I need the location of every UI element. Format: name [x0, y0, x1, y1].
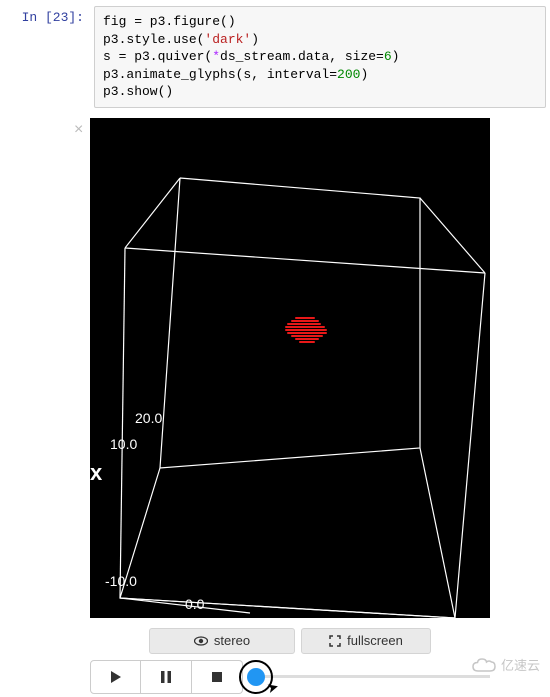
animation-slider[interactable]: ➤: [253, 675, 490, 678]
code-line: fig = p3.figure(): [103, 14, 236, 29]
axis-tick: -10.0: [105, 573, 137, 589]
code-line: p3.show(): [103, 84, 173, 99]
code-line: s = p3.quiver(: [103, 49, 212, 64]
code-line: p3.animate_glyphs(s, interval=: [103, 67, 337, 82]
code-line: ): [392, 49, 400, 64]
code-line: p3.style.use(: [103, 32, 204, 47]
axis-tick: 10.0: [110, 436, 137, 452]
expand-icon: [329, 635, 341, 647]
code-line: ): [360, 67, 368, 82]
code-editor[interactable]: fig = p3.figure() p3.style.use('dark') s…: [94, 6, 546, 108]
watermark: 亿速云: [471, 655, 540, 674]
cursor-icon: ➤: [265, 678, 281, 697]
axis-tick: 20.0: [135, 410, 162, 426]
3d-plot-canvas[interactable]: 20.0 10.0 x -10.0 0.0: [90, 118, 490, 618]
pause-icon: [161, 671, 171, 683]
pause-button[interactable]: [141, 660, 192, 694]
code-string: 'dark': [204, 32, 251, 47]
code-operator: *: [212, 49, 220, 64]
code-line: ds_stream.data, size=: [220, 49, 384, 64]
code-number: 200: [337, 67, 360, 82]
view-buttons-row: stereo fullscreen: [90, 628, 490, 654]
quiver-glyphs: [285, 313, 330, 348]
stereo-button[interactable]: stereo: [149, 628, 295, 654]
code-number: 6: [384, 49, 392, 64]
axis-tick: 0.0: [185, 596, 204, 612]
slider-thumb[interactable]: [247, 668, 265, 686]
watermark-text: 亿速云: [501, 655, 540, 674]
wireframe-box: [90, 118, 490, 618]
play-icon: [111, 671, 121, 683]
stop-button[interactable]: [192, 660, 243, 694]
fullscreen-button[interactable]: fullscreen: [301, 628, 431, 654]
stop-icon: [212, 672, 222, 682]
cloud-icon: [471, 657, 497, 673]
fullscreen-label: fullscreen: [347, 633, 403, 648]
play-button[interactable]: [90, 660, 141, 694]
close-icon[interactable]: ×: [74, 122, 83, 138]
stereo-label: stereo: [214, 633, 250, 648]
input-prompt: In [23]:: [4, 6, 94, 108]
eye-icon: [194, 636, 208, 646]
code-line: ): [251, 32, 259, 47]
axis-label-x: x: [90, 460, 102, 486]
playback-controls: ➤: [90, 660, 490, 694]
code-cell: In [23]: fig = p3.figure() p3.style.use(…: [0, 0, 550, 114]
output-area: ×: [90, 118, 550, 694]
